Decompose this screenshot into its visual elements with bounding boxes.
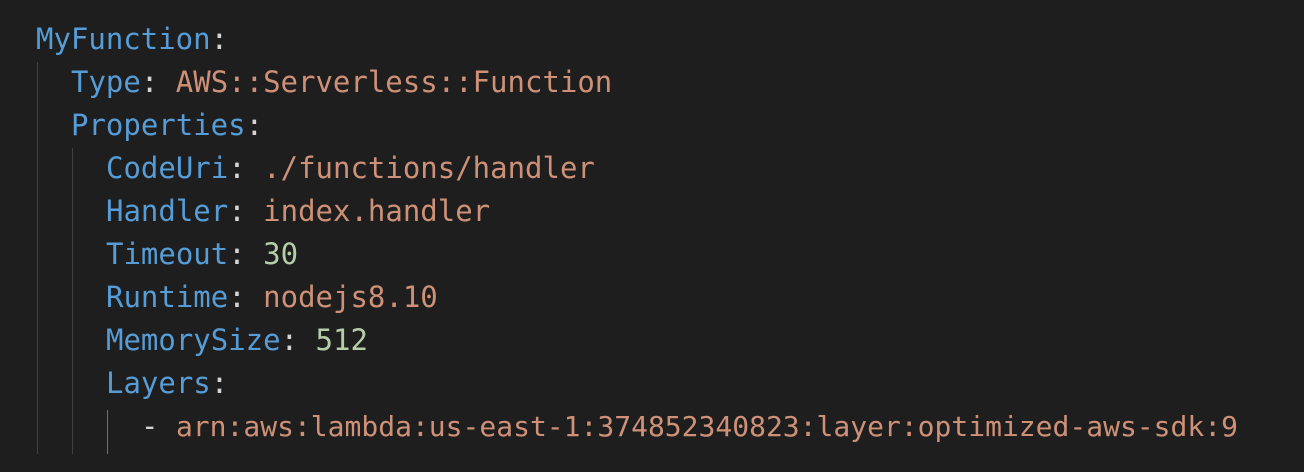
yaml-value-handler: index.handler xyxy=(263,194,491,228)
yaml-key-myfunction: MyFunction xyxy=(36,22,211,56)
line-layers[interactable]: Layers: xyxy=(106,362,228,405)
yaml-colon: : xyxy=(210,22,229,56)
line-type[interactable]: Type: AWS::Serverless::Function xyxy=(71,61,612,104)
yaml-colon: : xyxy=(245,108,264,142)
yaml-key-runtime: Runtime xyxy=(106,280,229,314)
line-timeout[interactable]: Timeout: 30 xyxy=(106,233,298,276)
yaml-key-timeout: Timeout xyxy=(106,237,229,271)
line-handler[interactable]: Handler: index.handler xyxy=(106,190,490,233)
yaml-key-handler: Handler xyxy=(106,194,229,228)
indent-guide-level-1 xyxy=(37,62,38,454)
yaml-key-layers: Layers xyxy=(106,366,211,400)
line-myfunction[interactable]: MyFunction: xyxy=(36,18,228,61)
yaml-key-properties: Properties xyxy=(71,108,246,142)
yaml-value-codeuri: ./functions/handler xyxy=(263,151,595,185)
yaml-key-type: Type xyxy=(71,65,141,99)
line-layer-item[interactable]: - arn:aws:lambda:us-east-1:374852340823:… xyxy=(141,405,1238,448)
yaml-value-type: AWS::Serverless::Function xyxy=(175,65,613,99)
yaml-colon: : xyxy=(140,65,159,99)
yaml-value-runtime: nodejs8.10 xyxy=(263,280,438,314)
yaml-value-layer-arn: arn:aws:lambda:us-east-1:374852340823:la… xyxy=(175,410,1238,443)
yaml-colon: : xyxy=(228,280,246,314)
yaml-list-dash: - xyxy=(141,409,159,443)
line-memorysize[interactable]: MemorySize: 512 xyxy=(106,319,368,362)
yaml-colon: : xyxy=(280,323,299,357)
line-codeuri[interactable]: CodeUri: ./functions/handler xyxy=(106,147,595,190)
line-properties[interactable]: Properties: xyxy=(71,104,263,147)
indent-guide-level-3 xyxy=(107,410,108,454)
yaml-colon: : xyxy=(228,151,246,185)
yaml-colon: : xyxy=(210,366,229,400)
yaml-colon: : xyxy=(228,194,246,228)
yaml-value-memorysize: 512 xyxy=(315,323,368,357)
line-runtime[interactable]: Runtime: nodejs8.10 xyxy=(106,276,438,319)
yaml-value-timeout: 30 xyxy=(263,237,299,271)
yaml-colon: : xyxy=(228,237,246,271)
yaml-key-memorysize: MemorySize xyxy=(106,323,281,357)
code-editor[interactable]: MyFunction: Type: AWS::Serverless::Funct… xyxy=(0,0,1304,472)
indent-guide-level-2 xyxy=(72,148,73,454)
yaml-key-codeuri: CodeUri xyxy=(106,151,229,185)
